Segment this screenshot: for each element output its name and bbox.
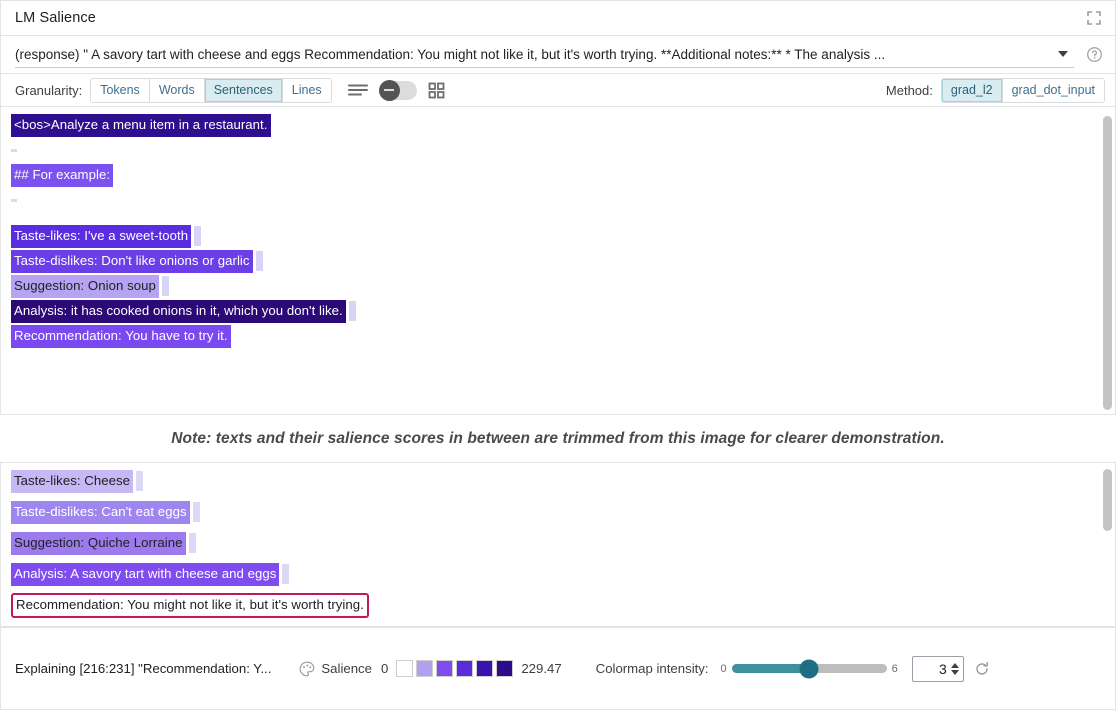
salience-chunk[interactable]: Taste-likes: Cheese: [11, 470, 133, 493]
salience-chunk[interactable]: Recommendation: You have to try it.: [11, 325, 231, 348]
salience-statusbar: Explaining [216:231] "Recommendation: Y.…: [0, 627, 1116, 710]
chunk-separator: [162, 276, 169, 296]
chevron-down-icon[interactable]: [1058, 51, 1068, 57]
trim-note: Note: texts and their salience scores in…: [0, 415, 1116, 462]
legend-min-value: 0: [381, 661, 388, 676]
explaining-label: Explaining [216:231] "Recommendation: Y.…: [15, 661, 271, 676]
granularity-label: Granularity:: [15, 83, 82, 98]
salience-chunk-blank[interactable]: [11, 199, 17, 202]
salience-line[interactable]: [11, 139, 1115, 161]
response-selector-row: (response) " A savory tart with cheese a…: [0, 36, 1116, 74]
salience-chunk[interactable]: <bos>Analyze a menu item in a restaurant…: [11, 114, 271, 137]
grid-view-icon[interactable]: [428, 82, 445, 99]
palette-icon[interactable]: [299, 661, 315, 677]
salience-legend-label: Salience: [321, 661, 372, 676]
chunk-separator: [136, 471, 143, 491]
legend-swatch: [396, 660, 413, 677]
salience-line[interactable]: Recommendation: You have to try it.: [11, 325, 1115, 347]
chunk-separator: [193, 502, 200, 522]
salience-chunk-selected[interactable]: Recommendation: You might not like it, b…: [11, 593, 369, 618]
salience-chunk-blank[interactable]: [11, 149, 17, 152]
salience-line[interactable]: Analysis: it has cooked onions in it, wh…: [11, 300, 1115, 322]
salience-text-panel-bottom[interactable]: Taste-likes: Cheese Taste-dislikes: Can'…: [0, 462, 1116, 627]
scrollbar-thumb[interactable]: [1103, 116, 1112, 410]
panel-scrollbar-top[interactable]: [1103, 111, 1112, 411]
reset-icon[interactable]: [974, 661, 990, 677]
salience-text-panel-top[interactable]: <bos>Analyze a menu item in a restaurant…: [0, 107, 1116, 415]
stepper-value: 3: [939, 661, 947, 677]
method-label: Method:: [886, 83, 933, 98]
legend-swatch: [496, 660, 513, 677]
salience-chunk[interactable]: Suggestion: Onion soup: [11, 275, 159, 298]
salience-line[interactable]: Suggestion: Quiche Lorraine: [11, 532, 1115, 554]
response-select-value: (response) " A savory tart with cheese a…: [15, 47, 1058, 62]
salience-line[interactable]: [11, 189, 1115, 211]
granularity-option-lines[interactable]: Lines: [283, 79, 331, 102]
stepper-arrows[interactable]: [951, 663, 959, 675]
granularity-option-tokens[interactable]: Tokens: [91, 79, 150, 102]
response-select[interactable]: (response) " A savory tart with cheese a…: [15, 41, 1074, 68]
page-title: LM Salience: [15, 10, 96, 26]
method-option-grad-l2[interactable]: grad_l2: [942, 79, 1003, 102]
colormap-intensity-slider[interactable]: [732, 664, 887, 673]
salience-line[interactable]: Analysis: A savory tart with cheese and …: [11, 563, 1115, 585]
text-lines-icon[interactable]: [348, 83, 368, 97]
salience-line[interactable]: Suggestion: Onion soup: [11, 275, 1115, 297]
colormap-legend: [396, 660, 513, 677]
legend-swatch: [436, 660, 453, 677]
salience-chunk[interactable]: Analysis: it has cooked onions in it, wh…: [11, 300, 346, 323]
chevron-up-icon[interactable]: [951, 663, 959, 668]
toggle-off-icon[interactable]: [379, 81, 417, 100]
colormap-intensity-label: Colormap intensity:: [596, 661, 709, 676]
chunk-separator: [256, 251, 263, 271]
chunk-separator: [349, 301, 356, 321]
fullscreen-icon[interactable]: [1085, 9, 1103, 27]
method-option-grad-dot-input[interactable]: grad_dot_input: [1003, 79, 1104, 102]
salience-line[interactable]: <bos>Analyze a menu item in a restaurant…: [11, 114, 1115, 136]
salience-line[interactable]: Taste-dislikes: Don't like onions or gar…: [11, 250, 1115, 272]
colormap-intensity-stepper[interactable]: 3: [912, 656, 964, 682]
chunk-separator: [282, 564, 289, 584]
granularity-option-words[interactable]: Words: [150, 79, 205, 102]
legend-swatch: [456, 660, 473, 677]
salience-line[interactable]: ## For example:: [11, 164, 1115, 186]
salience-line[interactable]: Taste-likes: I've a sweet-tooth: [11, 225, 1115, 247]
salience-chunk[interactable]: Taste-dislikes: Don't like onions or gar…: [11, 250, 253, 273]
granularity-segmented-control[interactable]: Tokens Words Sentences Lines: [90, 78, 331, 103]
salience-line[interactable]: Taste-dislikes: Can't eat eggs: [11, 501, 1115, 523]
slider-fill: [732, 664, 810, 673]
slider-knob[interactable]: [800, 659, 819, 678]
scrollbar-thumb[interactable]: [1103, 469, 1112, 531]
salience-toolbar: Granularity: Tokens Words Sentences Line…: [0, 74, 1116, 107]
lm-salience-module: LM Salience (response) " A savory tart w…: [0, 0, 1116, 710]
legend-max-value: 229.47: [521, 661, 561, 676]
salience-line[interactable]: Taste-likes: Cheese: [11, 470, 1115, 492]
chevron-down-icon[interactable]: [951, 670, 959, 675]
salience-line[interactable]: Recommendation: You might not like it, b…: [11, 594, 1115, 616]
legend-swatch: [416, 660, 433, 677]
module-titlebar: LM Salience: [0, 0, 1116, 36]
salience-chunk[interactable]: Analysis: A savory tart with cheese and …: [11, 563, 279, 586]
slider-min-label: 0: [721, 663, 727, 675]
chunk-separator: [189, 533, 196, 553]
method-segmented-control[interactable]: grad_l2 grad_dot_input: [941, 78, 1105, 103]
help-circle-icon[interactable]: [1086, 46, 1103, 63]
granularity-option-sentences[interactable]: Sentences: [205, 79, 283, 102]
salience-chunk[interactable]: Suggestion: Quiche Lorraine: [11, 532, 186, 555]
salience-chunk[interactable]: Taste-likes: I've a sweet-tooth: [11, 225, 191, 248]
legend-swatch: [476, 660, 493, 677]
slider-max-label: 6: [892, 663, 898, 675]
colormap-intensity-slider-group: 0 6: [721, 663, 898, 675]
salience-chunk[interactable]: ## For example:: [11, 164, 113, 187]
salience-chunk[interactable]: Taste-dislikes: Can't eat eggs: [11, 501, 190, 524]
chunk-separator: [194, 226, 201, 246]
panel-scrollbar-bottom[interactable]: [1103, 467, 1112, 624]
view-mode-controls: [348, 81, 445, 100]
